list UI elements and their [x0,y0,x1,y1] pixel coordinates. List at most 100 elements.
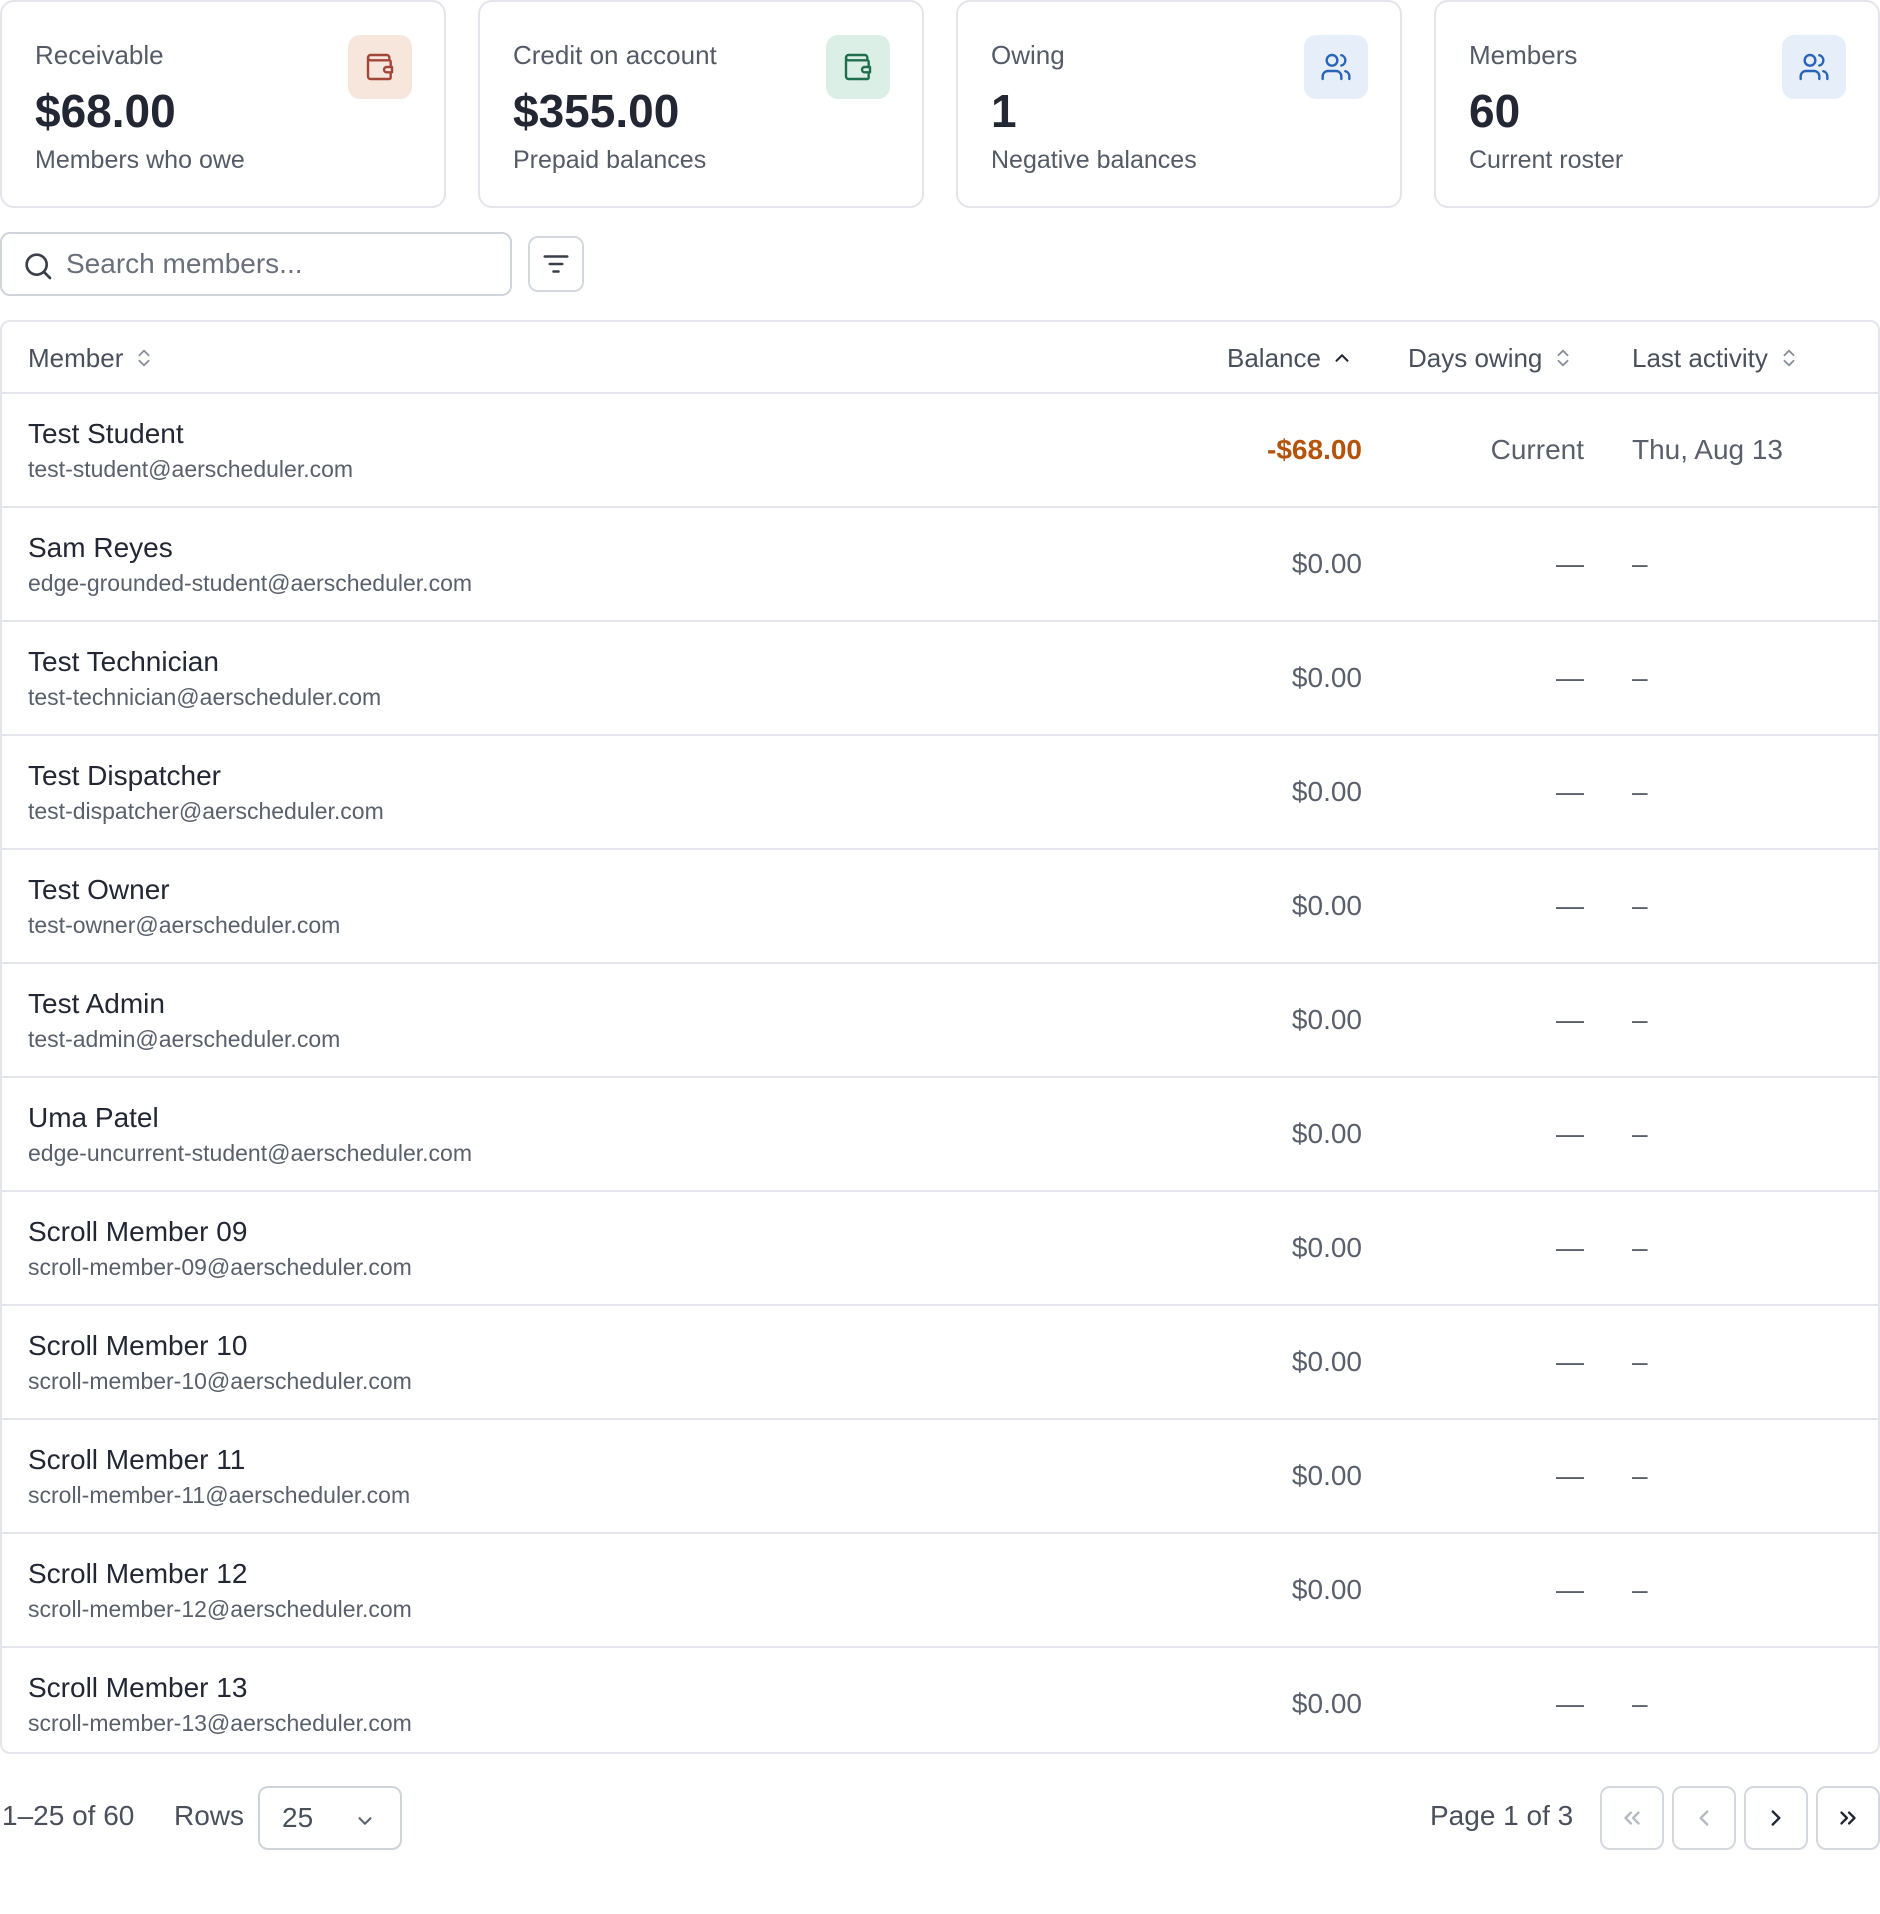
stat-label: Members [1469,40,1578,70]
column-header-balance[interactable]: Balance [1227,322,1353,394]
page-indicator: Page 1 of 3 [1430,1800,1574,1831]
days-owing-value: — [1556,1574,1584,1605]
last-activity-value: – [1632,1460,1648,1491]
days-owing-value: — [1556,548,1584,579]
balance-value: $0.00 [1291,1232,1362,1263]
stat-value: 60 [1469,85,1521,137]
stat-card-members: Members 60 Current roster [1434,0,1880,208]
last-activity-value: – [1632,1574,1648,1605]
days-owing-value: — [1556,1346,1584,1377]
search-icon [25,253,52,280]
days-owing-value: Current [1490,434,1584,465]
members-table: Member Balance Days owing Last activity … [0,320,1880,1754]
member-name: Scroll Member 10 [28,1330,248,1361]
member-email: edge-uncurrent-student@aerscheduler.com [28,1140,472,1166]
stats-cards: Receivable $68.00 Members who owe Credit… [0,0,1880,208]
table-row[interactable]: Test Owner test-owner@aerscheduler.com $… [2,850,1878,964]
days-owing-value: — [1556,1118,1584,1149]
member-name: Test Dispatcher [28,760,221,791]
chevrons-right-icon [1840,1811,1856,1825]
next-page-button[interactable] [1744,1786,1808,1850]
stat-label: Credit on account [513,40,717,70]
balance-value: $0.00 [1291,890,1362,921]
stat-subtitle: Negative balances [991,146,1197,174]
table-row[interactable]: Test Dispatcher test-dispatcher@aersched… [2,736,1878,850]
days-owing-value: — [1556,776,1584,807]
sort-unsorted-icon [1783,349,1795,367]
member-email: scroll-member-11@aerscheduler.com [28,1482,411,1508]
rows-per-page-select[interactable]: 25 [258,1786,402,1850]
table-row[interactable]: Scroll Member 09 scroll-member-09@aersch… [2,1192,1878,1306]
member-name: Scroll Member 13 [28,1672,248,1703]
days-owing-value: — [1556,1460,1584,1491]
last-activity-value: – [1632,1346,1648,1377]
balance-value: $0.00 [1291,776,1362,807]
stat-subtitle: Prepaid balances [513,146,707,174]
pagination-range: 1–25 of 60 [2,1800,135,1831]
stat-value: 1 [991,85,1017,137]
member-email: test-student@aerscheduler.com [28,456,354,482]
previous-page-button[interactable] [1672,1786,1736,1850]
days-owing-value: — [1556,890,1584,921]
member-name: Uma Patel [28,1102,159,1133]
column-header-label: Days owing [1408,342,1543,373]
balance-value: $0.00 [1291,1688,1362,1719]
member-name: Test Owner [28,874,170,905]
filter-icon [543,255,569,273]
table-row[interactable]: Test Technician test-technician@aersched… [2,622,1878,736]
last-activity-value: – [1632,1232,1648,1263]
table-header: Member Balance Days owing Last activity [2,322,1878,394]
last-activity-value: – [1632,662,1648,693]
balance-value: $0.00 [1291,1460,1362,1491]
stat-label: Owing [991,40,1065,70]
wallet-icon [826,35,890,99]
stat-card-owing: Owing 1 Negative balances [956,0,1402,208]
table-row[interactable]: Uma Patel edge-uncurrent-student@aersche… [2,1078,1878,1192]
last-activity-value: – [1632,1118,1648,1149]
first-page-button[interactable] [1600,1786,1664,1850]
member-email: scroll-member-09@aerscheduler.com [28,1254,412,1280]
member-name: Test Admin [28,988,165,1019]
chevron-down-icon [358,1817,372,1825]
balance-value: $0.00 [1291,1118,1362,1149]
stat-subtitle: Members who owe [35,146,245,174]
column-header-member[interactable]: Member [28,322,155,394]
sort-unsorted-icon [138,349,150,367]
users-icon [1782,35,1846,99]
balance-value: $0.00 [1291,1574,1362,1605]
table-row[interactable]: Scroll Member 12 scroll-member-12@aersch… [2,1534,1878,1648]
last-activity-value: – [1632,548,1648,579]
column-header-days-owing[interactable]: Days owing [1408,322,1574,394]
stat-card-receivable: Receivable $68.00 Members who owe [0,0,446,208]
days-owing-value: — [1556,1688,1584,1719]
table-row[interactable]: Sam Reyes edge-grounded-student@aersched… [2,508,1878,622]
column-header-label: Last activity [1632,342,1768,373]
balance-value: $0.00 [1291,662,1362,693]
filter-button[interactable] [528,236,584,292]
table-row[interactable]: Scroll Member 13 scroll-member-13@aersch… [2,1648,1878,1752]
member-email: scroll-member-12@aerscheduler.com [28,1596,412,1622]
chevron-left-icon [1699,1810,1709,1826]
table-row[interactable]: Test Student test-student@aerscheduler.c… [2,394,1878,508]
last-page-button[interactable] [1816,1786,1880,1850]
member-name: Sam Reyes [28,532,173,563]
balance-value: $0.00 [1291,1004,1362,1035]
stat-label: Receivable [35,40,164,70]
wallet-icon [348,35,412,99]
table-row[interactable]: Scroll Member 10 scroll-member-10@aersch… [2,1306,1878,1420]
table-row[interactable]: Test Admin test-admin@aerscheduler.com $… [2,964,1878,1078]
member-email: edge-grounded-student@aerscheduler.com [28,570,473,596]
member-email: test-dispatcher@aerscheduler.com [28,798,384,824]
last-activity-value: – [1632,890,1648,921]
table-row[interactable]: Scroll Member 11 scroll-member-11@aersch… [2,1420,1878,1534]
stat-subtitle: Current roster [1469,146,1624,174]
member-name: Scroll Member 09 [28,1216,248,1247]
days-owing-value: — [1556,662,1584,693]
member-name: Scroll Member 12 [28,1558,248,1589]
member-email: scroll-member-13@aerscheduler.com [28,1710,412,1736]
search-box[interactable] [0,232,512,296]
sort-unsorted-icon [1557,349,1569,367]
column-header-last-activity[interactable]: Last activity [1632,322,1800,394]
balance-value: -$68.00 [1267,434,1362,465]
search-input[interactable] [66,244,496,284]
